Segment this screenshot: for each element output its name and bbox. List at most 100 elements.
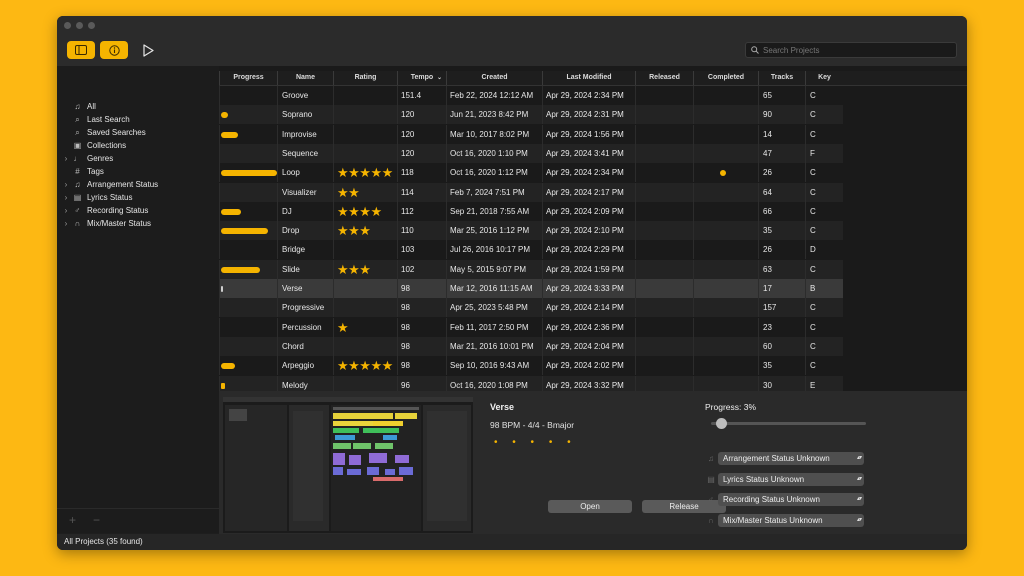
table-row[interactable]: Percussion ★ 98 Feb 11, 2017 2:50 PM Apr 29,… xyxy=(219,317,843,337)
table-row[interactable]: Progressive 98 Apr 25, 2023 5:48 PM Apr 29,… xyxy=(219,298,843,318)
minimize-window-button[interactable] xyxy=(76,22,83,29)
modified-cell: Apr 29, 2024 2:04 PM xyxy=(542,336,635,356)
column-header-key[interactable]: Key xyxy=(805,71,843,85)
tracks-cell: 35 xyxy=(758,356,805,376)
column-header-label: Completed xyxy=(707,74,745,81)
chevron-right-icon[interactable]: › xyxy=(61,193,71,202)
table-row[interactable]: Sequence 120 Oct 16, 2020 1:10 PM Apr 29, 2… xyxy=(219,143,843,163)
updown-chevron-icon: ▴▾ xyxy=(856,516,862,523)
tracks-cell: 30 xyxy=(758,375,805,391)
search-field[interactable] xyxy=(745,42,957,58)
play-button[interactable] xyxy=(141,42,155,58)
sidebar-item-saved-searches[interactable]: ⌕ Saved Searches xyxy=(61,126,146,139)
name-cell: Verse xyxy=(277,279,333,298)
chevron-right-icon[interactable]: › xyxy=(61,206,71,215)
released-cell xyxy=(635,298,693,318)
table-row[interactable]: Verse 98 Mar 12, 2016 11:15 AM Apr 29, 2024… xyxy=(219,279,843,298)
sidebar: ♫ All ⌕ Last Search ⌕ Saved Searches ▣ Collecti… xyxy=(57,66,219,508)
status-select-label: Arrangement Status Unknown xyxy=(723,454,830,463)
tempo-cell: 102 xyxy=(397,259,446,279)
star-rating[interactable]: ★★★★★ xyxy=(337,165,393,180)
sidebar-toggle-button[interactable] xyxy=(67,41,95,59)
table-row[interactable]: Improvise 120 Mar 10, 2017 8:02 PM Apr 29, … xyxy=(219,124,843,144)
released-cell xyxy=(635,259,693,279)
star-rating[interactable]: ★★★★★ xyxy=(337,358,393,373)
sidebar-item-arrangement-status[interactable]: › ♫ Arrangement Status xyxy=(61,178,159,191)
chevron-right-icon[interactable]: › xyxy=(61,154,71,163)
star-rating[interactable]: ★★★ xyxy=(337,262,371,277)
star-rating[interactable]: ★★ xyxy=(337,185,360,200)
modified-cell: Apr 29, 2024 2:10 PM xyxy=(542,221,635,241)
sidebar-item-genres[interactable]: › ♩ Genres xyxy=(61,152,114,165)
table-row[interactable]: Groove 151.4 Feb 22, 2024 12:12 AM Apr 29, … xyxy=(219,86,843,105)
tempo-cell: 120 xyxy=(397,124,446,144)
column-header-last-modified[interactable]: Last Modified xyxy=(542,71,635,85)
table-header: Progress Name Rating Tempo ⌄ Created Last Modi… xyxy=(219,71,967,86)
sidebar-item-collections[interactable]: ▣ Collections xyxy=(61,139,126,152)
project-thumbnail xyxy=(223,397,473,533)
open-button[interactable]: Open xyxy=(548,500,632,513)
table-row[interactable]: Arpeggio ★★★★★ 98 Sep 10, 2016 9:43 AM Apr 2… xyxy=(219,356,843,376)
table-row[interactable]: Melody 96 Oct 16, 2020 1:08 PM Apr 29, 2024… xyxy=(219,375,843,391)
sidebar-item-mix-master-status[interactable]: › ∩ Mix/Master Status xyxy=(61,217,151,230)
column-header-completed[interactable]: Completed xyxy=(693,71,758,85)
detail-rating[interactable]: • • • • • xyxy=(494,437,577,448)
sidebar-item-all[interactable]: ♫ All xyxy=(61,100,96,113)
rating-cell xyxy=(333,143,397,163)
tracks-cell: 60 xyxy=(758,336,805,356)
table-row[interactable]: Drop ★★★ 110 Mar 25, 2016 1:12 PM Apr 29, 20… xyxy=(219,221,843,241)
progress-slider-knob[interactable] xyxy=(715,418,727,429)
rating-cell: ★★★ xyxy=(333,221,397,241)
sidebar-item-last-search[interactable]: ⌕ Last Search xyxy=(61,113,129,126)
tempo-cell: 98 xyxy=(397,279,446,298)
column-header-name[interactable]: Name xyxy=(277,71,333,85)
column-header-tempo[interactable]: Tempo ⌄ xyxy=(397,71,446,85)
sidebar-item-label: Tags xyxy=(87,167,104,176)
search-input[interactable] xyxy=(763,45,943,55)
chevron-right-icon[interactable]: › xyxy=(61,219,71,228)
sidebar-item-tags[interactable]: # Tags xyxy=(61,165,104,178)
table-row[interactable]: Loop ★★★★★ 118 Oct 16, 2020 1:12 PM Apr 29, … xyxy=(219,163,843,183)
progress-cell xyxy=(219,279,277,298)
sidebar-item-label: Saved Searches xyxy=(87,128,146,137)
table-row[interactable]: Visualizer ★★ 114 Feb 7, 2024 7:51 PM Apr 29… xyxy=(219,182,843,202)
rating-cell: ★★★ xyxy=(333,259,397,279)
modified-cell: Apr 29, 2024 2:34 PM xyxy=(542,86,635,105)
column-header-created[interactable]: Created xyxy=(446,71,542,85)
progress-slider[interactable] xyxy=(711,418,866,429)
music-note-icon: ♫ xyxy=(74,102,81,111)
star-rating[interactable]: ★ xyxy=(337,320,349,335)
column-header-released[interactable]: Released xyxy=(635,71,693,85)
status-select[interactable]: Recording Status Unknown ▴▾ xyxy=(718,493,864,506)
zoom-window-button[interactable] xyxy=(88,22,95,29)
sidebar-item-recording-status[interactable]: › ♂ Recording Status xyxy=(61,204,149,217)
sidebar-item-lyrics-status[interactable]: › ▤ Lyrics Status xyxy=(61,191,133,204)
column-header-tracks[interactable]: Tracks xyxy=(758,71,805,85)
table-row[interactable]: Slide ★★★ 102 May 5, 2015 9:07 PM Apr 29, 20… xyxy=(219,259,843,279)
key-cell: F xyxy=(805,143,843,163)
completed-cell xyxy=(693,279,758,298)
released-cell xyxy=(635,240,693,260)
status-select[interactable]: Lyrics Status Unknown ▴▾ xyxy=(718,472,864,486)
completed-dot xyxy=(720,170,726,177)
column-header-rating[interactable]: Rating xyxy=(333,71,397,85)
name-cell: Bridge xyxy=(277,240,333,260)
star-rating[interactable]: ★★★★ xyxy=(337,204,382,219)
status-select[interactable]: Mix/Master Status Unknown ▴▾ xyxy=(718,513,864,527)
table-row[interactable]: Soprano 120 Jun 21, 2023 8:42 PM Apr 29, 20… xyxy=(219,105,843,125)
name-cell: Loop xyxy=(277,163,333,183)
table-row[interactable]: DJ ★★★★ 112 Sep 21, 2018 7:55 AM Apr 29, 202… xyxy=(219,201,843,221)
chevron-right-icon[interactable]: › xyxy=(61,180,71,189)
table-row[interactable]: Bridge 103 Jul 26, 2016 10:17 PM Apr 29, 20… xyxy=(219,240,843,260)
status-select[interactable]: Arrangement Status Unknown ▴▾ xyxy=(718,452,864,465)
add-button[interactable]: + xyxy=(69,513,76,527)
info-button[interactable] xyxy=(100,41,128,59)
column-header-label: Rating xyxy=(354,74,377,81)
column-header-progress[interactable]: Progress xyxy=(219,71,277,85)
remove-button[interactable]: − xyxy=(93,513,100,527)
close-window-button[interactable] xyxy=(64,22,71,29)
table-row[interactable]: Chord 98 Mar 21, 2016 10:01 PM Apr 29, 2024… xyxy=(219,336,843,356)
star-rating[interactable]: ★★★ xyxy=(337,223,371,238)
tempo-cell: 120 xyxy=(397,105,446,125)
tracks-cell: 23 xyxy=(758,317,805,337)
